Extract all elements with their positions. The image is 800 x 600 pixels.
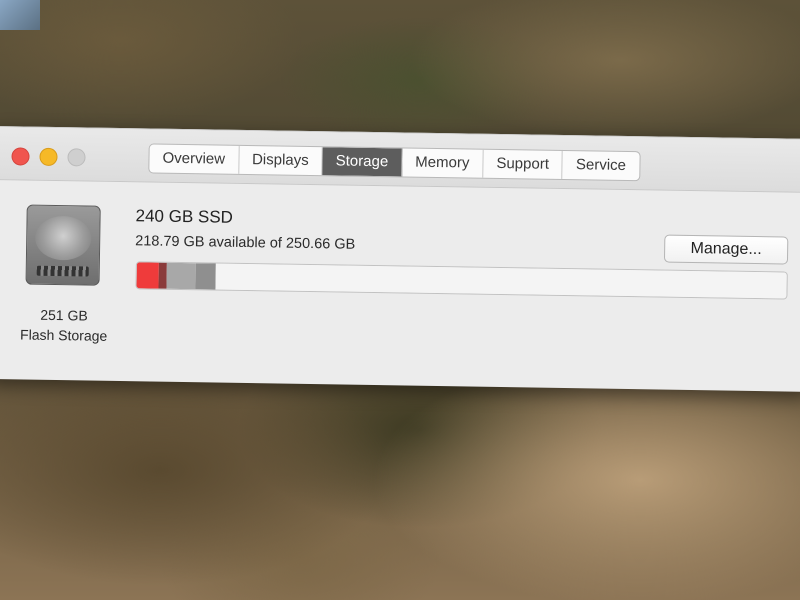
close-window-button[interactable]	[11, 147, 30, 166]
storage-usage-bar[interactable]	[135, 261, 788, 300]
hard-drive-icon	[25, 204, 101, 286]
storage-segment-free	[215, 263, 787, 299]
tab-displays[interactable]: Displays	[238, 145, 323, 176]
tab-memory[interactable]: Memory	[402, 148, 484, 178]
storage-segment-system	[166, 262, 197, 290]
storage-panel: 251 GB Flash Storage 240 GB SSD 218.79 G…	[0, 180, 800, 392]
disk-available-text: 218.79 GB available of 250.66 GB	[135, 233, 356, 253]
disk-type-label: Flash Storage	[20, 326, 108, 344]
disk-name: 240 GB SSD	[135, 206, 234, 227]
tab-storage[interactable]: Storage	[322, 147, 403, 177]
disk-capacity-label: 251 GB	[40, 306, 88, 324]
disk-platter	[34, 215, 92, 261]
tab-service[interactable]: Service	[563, 151, 639, 180]
storage-segment-apps	[136, 262, 159, 289]
manage-button[interactable]: Manage...	[663, 234, 789, 265]
wallpaper-sky	[0, 0, 40, 30]
tab-support[interactable]: Support	[483, 149, 564, 179]
tab-bar: Overview Displays Storage Memory Support…	[148, 143, 641, 182]
storage-segment-other	[195, 263, 216, 290]
tab-overview[interactable]: Overview	[149, 144, 240, 174]
disk-connector	[36, 265, 89, 277]
disk-caption: 251 GB Flash Storage	[0, 304, 129, 346]
minimize-window-button[interactable]	[39, 147, 58, 167]
zoom-window-button	[67, 148, 86, 167]
